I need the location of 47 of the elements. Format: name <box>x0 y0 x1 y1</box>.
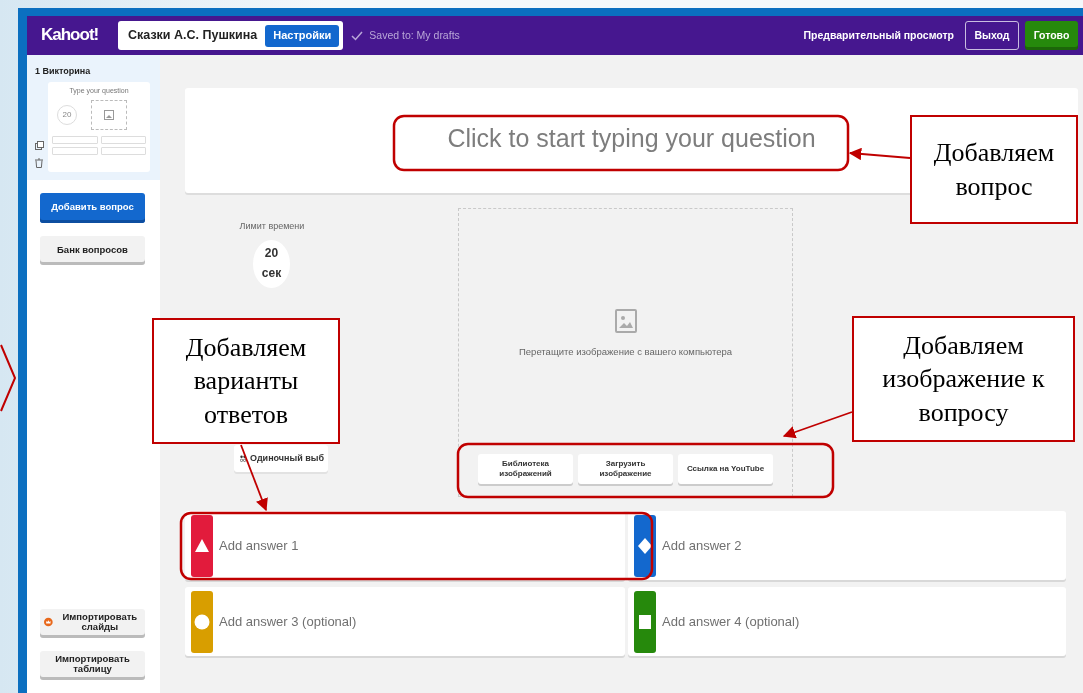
circle-icon <box>194 613 210 630</box>
answer-field[interactable]: Add answer 1 <box>185 511 625 580</box>
triangle-icon <box>194 537 210 554</box>
answer-placeholder: Add answer 2 <box>662 536 742 555</box>
thumbnail-answer <box>100 136 146 144</box>
media-button[interactable]: Загрузить изображение <box>578 454 673 484</box>
media-drop-zone[interactable]: Перетащите изображение с вашего компьютера Библиотека изображений Загрузить изображение Ссылка на YouTube <box>458 208 793 497</box>
exit-button[interactable]: Выход <box>965 21 1019 50</box>
question-bank-button[interactable]: Банк вопросов <box>40 235 145 265</box>
time-limit-control[interactable]: 20 сек <box>253 239 290 288</box>
add-question-button[interactable]: Добавить вопрос <box>40 192 145 223</box>
answer-field[interactable]: Add answer 4 (optional) <box>628 587 1066 656</box>
save-status: Saved to: My drafts <box>369 27 460 43</box>
time-limit-label: Лимит времени <box>238 220 306 233</box>
check-icon <box>351 30 364 41</box>
done-button[interactable]: Готово <box>1025 21 1078 50</box>
callout-text: Добавляем изображение к вопросу <box>881 330 1046 429</box>
title-field[interactable]: Сказки А.С. Пушкина Настройки <box>118 21 344 50</box>
answer-field[interactable]: Add answer 2 <box>628 511 1066 580</box>
answer-placeholder: Add answer 3 (optional) <box>219 612 357 631</box>
grid-icon <box>240 453 247 464</box>
question-type-button[interactable]: Одиночный выб <box>234 445 328 472</box>
thumbnail-answer <box>100 147 146 155</box>
image-icon <box>614 309 637 333</box>
chevron-mark <box>0 344 17 412</box>
slide-title: 1 Викторина <box>35 65 92 78</box>
answer-placeholder: Add answer 4 (optional) <box>662 612 800 631</box>
import-table-button[interactable]: Импортировать таблицу <box>40 651 145 680</box>
thumbnail-answer <box>52 136 98 144</box>
callout-text: Добавляем вопрос <box>932 137 1056 203</box>
thumbnail-answer <box>52 147 98 155</box>
drop-hint: Перетащите изображение с вашего компьютера <box>519 345 732 359</box>
import-slides-button[interactable]: Импортировать слайды <box>40 609 145 638</box>
trash-icon[interactable] <box>35 157 43 168</box>
settings-button[interactable]: Настройки <box>265 24 340 47</box>
diamond-icon <box>637 537 653 554</box>
answer-placeholder: Add answer 1 <box>219 536 299 555</box>
media-button[interactable]: Библиотека изображений <box>478 454 573 484</box>
media-button[interactable]: Ссылка на YouTube <box>678 454 773 484</box>
callout-text: Добавляем варианты ответов <box>184 332 308 431</box>
crown-icon <box>44 616 53 628</box>
answer-field[interactable]: Add answer 3 (optional) <box>185 587 625 656</box>
duplicate-icon[interactable] <box>35 140 44 150</box>
question-field[interactable]: Click to start typing your question <box>411 118 852 159</box>
image-icon <box>104 110 114 120</box>
square-icon <box>637 613 653 630</box>
preview-link[interactable]: Предварительный просмотр <box>803 27 954 44</box>
